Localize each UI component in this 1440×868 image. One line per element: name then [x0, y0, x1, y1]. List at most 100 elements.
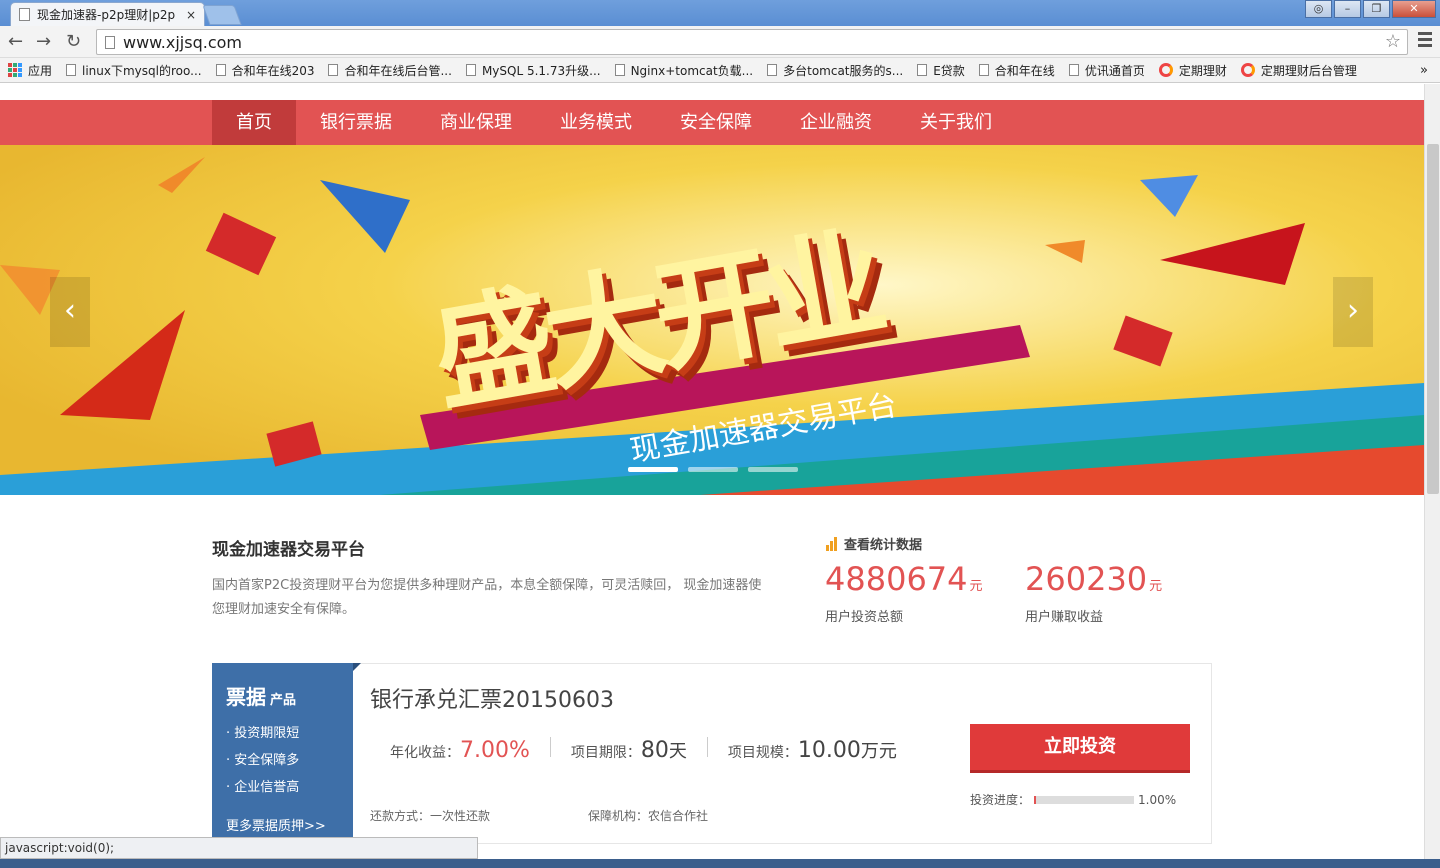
term-label: 项目期限：: [570, 745, 641, 761]
tab-close-icon[interactable]: ×: [186, 8, 196, 22]
menu-icon[interactable]: [1418, 32, 1432, 50]
page-scrollbar[interactable]: [1424, 84, 1440, 868]
nav-item[interactable]: 安全保障: [656, 100, 776, 145]
scrollbar-thumb[interactable]: [1427, 144, 1439, 494]
reload-icon[interactable]: ↻: [66, 31, 81, 52]
browser-toolbar: ← → ↻ www.xjjsq.com ☆: [0, 26, 1440, 58]
bookmark-item[interactable]: 应用: [8, 62, 52, 79]
page-icon: [465, 64, 476, 76]
term-unit: 天: [668, 741, 687, 762]
stats-link[interactable]: 查看统计数据: [826, 534, 922, 553]
scale-value: 10.00: [797, 738, 861, 763]
bookmark-item[interactable]: 合和年在线203: [215, 62, 315, 79]
bookmark-label: 定期理财后台管理: [1260, 63, 1357, 78]
product-category-panel: 票据产品 投资期限短安全保障多企业信誉高 更多票据质押>>: [212, 663, 361, 844]
browser-tab[interactable]: 现金加速器-p2p理财|p2p ×: [10, 2, 205, 26]
carousel-dot[interactable]: [688, 467, 738, 472]
window-controls: ◎ – ❐ ✕: [1303, 0, 1436, 18]
nav-item[interactable]: 企业融资: [776, 100, 896, 145]
stat-label: 用户赚取收益: [1025, 610, 1104, 625]
more-bills-link[interactable]: 更多票据质押>>: [226, 815, 326, 834]
bookmark-label: 定期理财: [1178, 63, 1227, 78]
page-icon: [105, 35, 115, 49]
product-name[interactable]: 银行承兑汇票20150603: [370, 682, 614, 714]
investment-progress: 投资进度： 1.00%: [970, 791, 1176, 808]
back-icon[interactable]: ←: [8, 31, 23, 52]
hero-banner[interactable]: 盛大开业 现金加速器交易平台 ‹ ›: [0, 145, 1424, 495]
product-metrics: 年化收益： 7.00% 项目期限： 80 天 项目规模： 10.00 万元: [390, 737, 897, 763]
new-tab-button[interactable]: [202, 5, 242, 25]
web-page: 首页 银行票据 商业保理 业务模式 安全保障 企业融资 关于我们 盛大开业 现金…: [0, 84, 1424, 868]
nav-item[interactable]: 银行票据: [296, 100, 416, 145]
carousel-dot[interactable]: [748, 467, 798, 472]
bookmark-label: 合和年在线: [994, 63, 1055, 78]
minimize-icon[interactable]: –: [1334, 0, 1361, 18]
carousel-prev-icon[interactable]: ‹: [50, 277, 90, 347]
site-logo-icon: [1158, 63, 1173, 77]
bookmark-item[interactable]: 合和年在线后台管...: [328, 62, 452, 79]
status-bar: javascript:void(0);: [0, 837, 478, 859]
progress-bar: [1034, 795, 1135, 804]
page-icon: [917, 64, 928, 76]
stat-value: 4880674: [825, 560, 968, 598]
bookmark-item[interactable]: E贷款: [917, 62, 965, 79]
page-icon: [1068, 64, 1079, 76]
restore-icon[interactable]: ❐: [1363, 0, 1390, 18]
bookmark-label: 合和年在线后台管...: [344, 63, 452, 78]
site-logo-icon: [1240, 63, 1255, 77]
intro-title: 现金加速器交易平台: [212, 540, 365, 560]
nav-item[interactable]: 商业保理: [416, 100, 536, 145]
bookmarks-bar: 应用 linux下mysql的roo... 合和年在线203 合和年在线后台管... M…: [0, 58, 1440, 83]
page-icon: [19, 8, 30, 21]
nav-item[interactable]: 业务模式: [536, 100, 656, 145]
feature-list: 投资期限短安全保障多企业信誉高: [226, 722, 339, 795]
bookmark-item[interactable]: 定期理财后台管理: [1240, 62, 1357, 79]
intro-section: 现金加速器交易平台 国内首家P2C投资理财平台为您提供多种理财产品，本息全额保障…: [212, 535, 772, 622]
stat-total-earnings: 260230 元 用户赚取收益: [1025, 560, 1162, 625]
close-window-icon[interactable]: ✕: [1392, 0, 1436, 18]
bookmark-label: MySQL 5.1.73升级...: [481, 63, 601, 78]
page-icon: [328, 64, 339, 76]
intro-description: 国内首家P2C投资理财平台为您提供多种理财产品，本息全额保障，可灵活赎回， 现金…: [212, 578, 762, 617]
carousel-dot[interactable]: [628, 467, 678, 472]
stat-value: 260230: [1025, 560, 1148, 598]
bookmark-item[interactable]: 定期理财: [1158, 62, 1227, 79]
address-bar[interactable]: www.xjjsq.com ☆: [96, 29, 1408, 55]
stats-title: 查看统计数据: [844, 538, 923, 553]
nav-item[interactable]: 首页: [212, 100, 296, 145]
bookmark-item[interactable]: 合和年在线: [978, 62, 1055, 79]
page-icon: [614, 64, 625, 76]
bookmark-label: 优讯通首页: [1084, 63, 1145, 78]
progress-label: 投资进度：: [970, 793, 1031, 807]
nav-item[interactable]: 关于我们: [896, 100, 1016, 145]
user-icon[interactable]: ◎: [1305, 0, 1332, 18]
bookmark-label: E贷款: [933, 63, 965, 78]
bookmarks-more-icon[interactable]: »: [1420, 63, 1428, 78]
bookmark-star-icon[interactable]: ☆: [1385, 31, 1401, 52]
progress-value: 1.00%: [1138, 792, 1177, 807]
bookmark-label: 合和年在线203: [231, 63, 315, 78]
repay-method: 还款方式：一次性还款: [370, 809, 491, 823]
page-icon: [66, 64, 77, 76]
bookmark-item[interactable]: 多台tomcat服务的s...: [767, 62, 903, 79]
scale-label: 项目规模：: [727, 745, 798, 761]
carousel-next-icon[interactable]: ›: [1333, 277, 1373, 347]
bookmark-item[interactable]: MySQL 5.1.73升级...: [465, 62, 601, 79]
url-text: www.xjjsq.com: [123, 32, 242, 52]
apps-icon: [8, 63, 22, 77]
rate-label: 年化收益：: [390, 745, 460, 761]
bookmark-item[interactable]: 优讯通首页: [1068, 62, 1145, 79]
progress-fill: [1034, 795, 1037, 804]
stat-label: 用户投资总额: [825, 610, 904, 625]
feature-item: 安全保障多: [226, 749, 339, 768]
rate-value: 7.00%: [460, 738, 530, 763]
forward-icon[interactable]: →: [36, 31, 51, 52]
bookmark-label: 应用: [28, 63, 53, 78]
bookmark-label: Nginx+tomcat负载...: [630, 63, 754, 78]
invest-now-button[interactable]: 立即投资: [970, 724, 1190, 770]
bookmark-item[interactable]: linux下mysql的roo...: [66, 62, 202, 79]
divider: [549, 737, 551, 757]
feature-item: 企业信誉高: [226, 776, 339, 795]
bookmark-item[interactable]: Nginx+tomcat负载...: [614, 62, 754, 79]
bookmark-label: 多台tomcat服务的s...: [783, 63, 904, 78]
